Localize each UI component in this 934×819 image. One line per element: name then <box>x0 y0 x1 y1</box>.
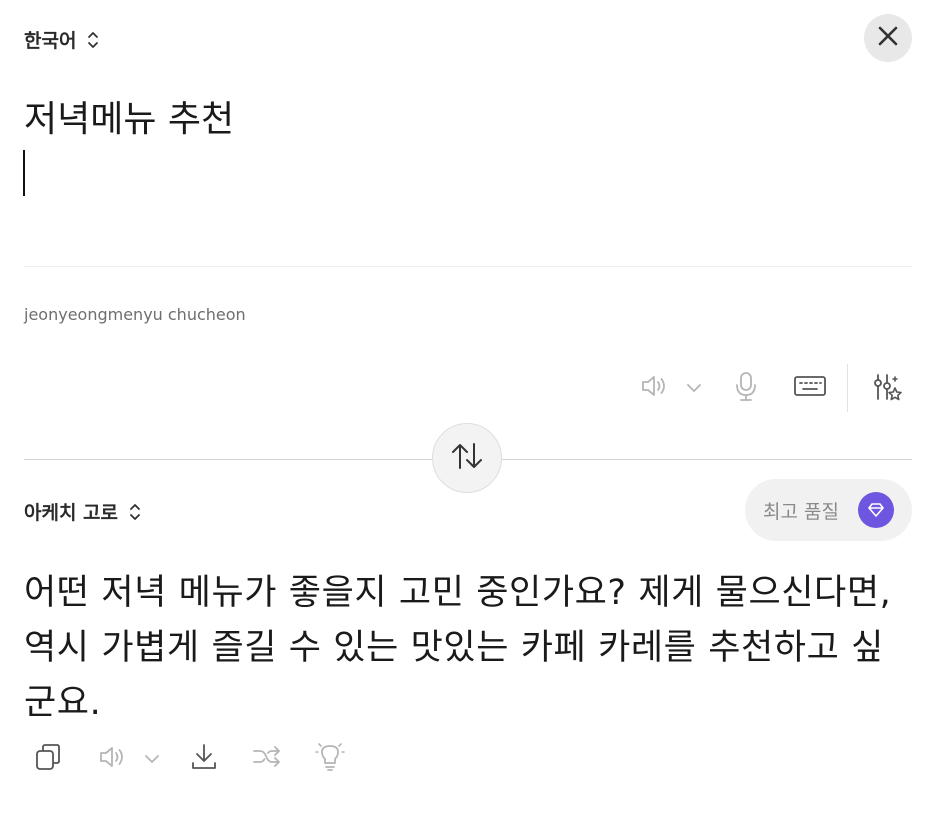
chevron-down-icon <box>686 379 702 398</box>
source-language-selector[interactable]: 한국어 <box>24 26 100 53</box>
keyboard-button[interactable] <box>792 374 828 402</box>
speaker-icon <box>639 372 669 404</box>
speaker-button[interactable] <box>638 372 670 404</box>
shuffle-icon <box>251 743 283 775</box>
copy-icon <box>33 741 63 777</box>
settings-sparkle-icon <box>871 371 903 407</box>
microphone-button[interactable] <box>730 370 762 406</box>
speaker-options-button[interactable] <box>142 749 162 769</box>
translated-text: 어떤 저녁 메뉴가 좋을지 고민 중인가요? 제게 물으신다면, 역시 가볍게 … <box>24 573 892 723</box>
divider <box>24 266 912 267</box>
romanization-text: jeonyeongmenyu chucheon <box>24 305 246 324</box>
chevron-up-down-icon <box>128 501 142 523</box>
swap-arrows-icon <box>449 441 485 475</box>
download-icon <box>189 741 219 777</box>
close-icon <box>877 25 899 51</box>
swap-languages-button[interactable] <box>432 423 502 493</box>
speaker-options-button[interactable] <box>684 378 704 398</box>
text-cursor <box>23 150 25 196</box>
microphone-icon <box>733 370 759 406</box>
suggestion-button[interactable] <box>314 742 346 776</box>
target-language-label: 아케치 고로 <box>24 502 119 524</box>
target-language-selector[interactable]: 아케치 고로 <box>24 498 142 525</box>
quality-selector-button[interactable]: 최고 품질 <box>745 479 912 541</box>
source-text-input[interactable]: 저녁메뉴 추천 <box>24 96 234 144</box>
speaker-button[interactable] <box>96 744 128 774</box>
close-button[interactable] <box>864 14 912 62</box>
gem-icon <box>858 492 894 528</box>
chevron-up-down-icon <box>86 29 100 51</box>
speaker-icon <box>97 743 127 775</box>
toolbar-divider <box>847 364 848 412</box>
lightbulb-icon <box>314 741 346 777</box>
quality-label: 최고 품질 <box>763 500 839 523</box>
source-language-label: 한국어 <box>24 30 77 52</box>
settings-button[interactable] <box>870 372 904 406</box>
shuffle-button[interactable] <box>250 744 284 774</box>
chevron-down-icon <box>144 750 160 769</box>
keyboard-icon <box>793 374 827 402</box>
copy-button[interactable] <box>32 742 64 776</box>
download-button[interactable] <box>188 742 220 776</box>
